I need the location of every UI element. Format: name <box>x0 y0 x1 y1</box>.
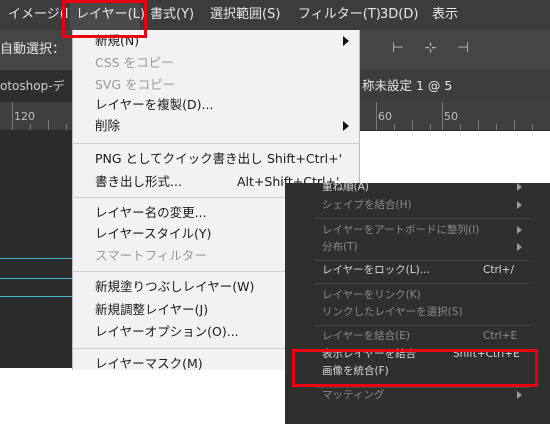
menu-item-matting[interactable]: マッティング <box>285 385 550 405</box>
menu-item-label: SVG をコピー <box>95 77 176 92</box>
menu-item-copy-svg[interactable]: SVG をコピー <box>73 74 359 96</box>
menu-item-label: 書き出し形式... <box>95 174 182 189</box>
menu-item-label: レイヤースタイル(Y) <box>95 226 212 241</box>
menu-item-label: レイヤーを結合(E) <box>322 330 411 342</box>
menu-item-select-linked-layers[interactable]: リンクしたレイヤーを選択(S) <box>285 302 550 322</box>
auto-select-label: 自動選択： <box>0 42 66 57</box>
guide-line[interactable] <box>0 296 72 297</box>
menu-item-delete[interactable]: 削除 <box>73 115 359 137</box>
menu-item-label: CSS をコピー <box>95 55 174 70</box>
menu-item-label: レイヤーを複製(D)... <box>95 97 214 112</box>
ruler-tick <box>48 120 49 130</box>
layer-menu-dark-overlay: 重ね順(A) シェイプを結合(H) レイヤーをアートボードに整列(I) 分布(T… <box>285 183 550 424</box>
menu-select[interactable]: 選択範囲(S) <box>210 0 280 30</box>
ruler-tick <box>478 120 479 130</box>
guide-line[interactable] <box>0 258 72 259</box>
submenu-arrow-icon <box>517 391 522 399</box>
menu-item-label: スマートフィルター <box>95 248 207 263</box>
menu-item-label: リンクしたレイヤーを選択(S) <box>322 306 463 318</box>
document-tab-active[interactable]: 称未設定 1 @ 5 <box>356 70 550 102</box>
submenu-arrow-icon <box>517 243 522 251</box>
ruler-tick <box>496 124 497 130</box>
menu-item-label: レイヤーマスク(M) <box>95 356 203 370</box>
menu-item-label: 新規塗りつぶしレイヤー(W) <box>95 279 255 294</box>
menu-item-combine-shapes[interactable]: シェイプを結合(H) <box>285 195 550 215</box>
submenu-arrow-icon <box>343 121 349 131</box>
ruler-tick <box>532 124 533 130</box>
menu-item-label: マッティング <box>322 389 385 401</box>
menu-item-label: PNG としてクイック書き出し <box>95 151 263 166</box>
menu-item-merge-layers[interactable]: レイヤーを結合(E) Ctrl+E <box>285 326 550 346</box>
submenu-arrow-icon <box>517 183 522 191</box>
ruler-tick <box>514 120 515 130</box>
ruler-label: 50 <box>444 110 458 123</box>
ruler-tick <box>412 120 413 130</box>
menu-type[interactable]: 書式(Y) <box>150 0 194 30</box>
ruler-tick <box>394 124 395 130</box>
menu-item-label: 削除 <box>95 118 121 133</box>
ruler-tick <box>12 102 13 130</box>
submenu-arrow-icon <box>517 226 522 234</box>
menu-item-duplicate-layer[interactable]: レイヤーを複製(D)... <box>73 94 359 116</box>
highlight-flatten-image <box>292 349 538 387</box>
menu-item-distribute[interactable]: 分布(T) <box>285 237 550 257</box>
menu-item-label: 新規調整レイヤー(J) <box>95 302 209 317</box>
ruler-label: 60 <box>378 110 392 123</box>
menu-filter[interactable]: フィルター(T) <box>298 0 381 30</box>
menu-item-label: レイヤーをロック(L)... <box>322 264 430 276</box>
menu-separator <box>315 283 530 284</box>
ruler-tick <box>460 124 461 130</box>
guide-line[interactable] <box>0 278 72 279</box>
menu-item-label: 分布(T) <box>322 241 358 253</box>
canvas-area[interactable] <box>0 130 72 368</box>
menu-separator <box>73 143 359 144</box>
ruler-tick <box>376 102 377 130</box>
ruler-tick <box>442 102 443 130</box>
menu-item-shortcut: Ctrl+/ <box>483 264 515 276</box>
menu-separator <box>315 218 530 219</box>
menu-item-label: シェイプを結合(H) <box>322 199 412 211</box>
menu-item-quick-export-png[interactable]: PNG としてクイック書き出し Shift+Ctrl+' <box>73 148 359 170</box>
menu-item-lock-layers[interactable]: レイヤーをロック(L)... Ctrl+/ <box>285 260 550 280</box>
submenu-arrow-icon <box>343 36 349 46</box>
menu-item-copy-css[interactable]: CSS をコピー <box>73 52 359 74</box>
document-tab-left[interactable]: otoshop-デ <box>0 70 65 102</box>
menu-3d[interactable]: 3D(D) <box>380 0 418 30</box>
menu-item-label: レイヤーオプション(O)... <box>95 324 239 339</box>
menu-item-label: レイヤー名の変更... <box>95 205 207 220</box>
submenu-arrow-icon <box>517 201 522 209</box>
ruler-tick <box>430 124 431 130</box>
menu-item-shortcut: Shift+Ctrl+' <box>267 151 343 166</box>
menu-view[interactable]: 表示 <box>432 0 458 30</box>
align-icons[interactable]: ⊢ ⊹ ⊣ <box>392 40 477 60</box>
highlight-layer-menu <box>62 0 147 38</box>
menu-item-shortcut: Ctrl+E <box>483 330 518 342</box>
ruler-label: 120 <box>14 110 35 123</box>
